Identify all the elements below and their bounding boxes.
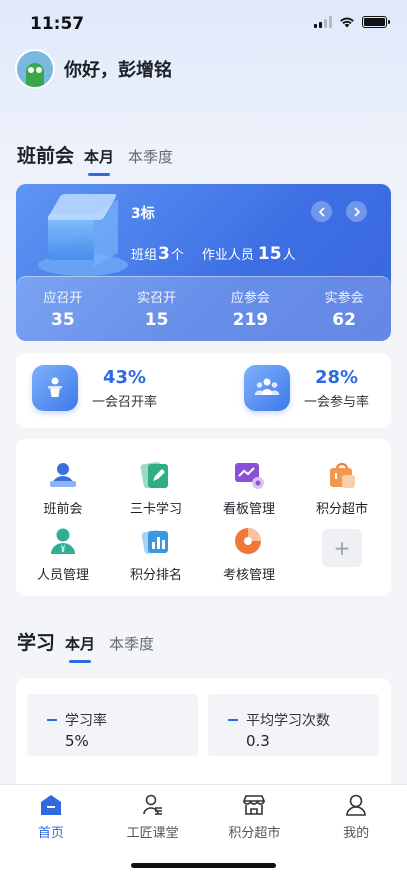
group-count: 3 xyxy=(158,244,170,264)
stat-value: 62 xyxy=(332,310,356,330)
meeting-rate-value: 43% xyxy=(102,366,147,388)
home-indicator xyxy=(131,863,276,868)
dashboard-icon xyxy=(233,459,265,491)
study-section-title: 学习 xyxy=(17,632,56,654)
grid-item-label: 积分超市 xyxy=(315,502,368,517)
meeting-section-header: 班前会 本月 本季度 xyxy=(17,141,173,176)
tab-home[interactable]: 首页 xyxy=(0,785,102,883)
grid-item-label: 积分排名 xyxy=(129,568,182,583)
tab-label: 我的 xyxy=(343,826,370,841)
chevron-right-icon xyxy=(354,207,360,216)
tab-mine[interactable]: 我的 xyxy=(305,785,407,883)
stat-label: 实参会 xyxy=(324,291,364,306)
greeting-row: 你好，彭增铭 xyxy=(15,49,172,89)
assessment-icon xyxy=(233,525,265,557)
workers-count: 15 xyxy=(257,244,282,264)
meeting-section-title: 班前会 xyxy=(17,145,75,167)
grid-item-points-mall[interactable]: 积分超市 xyxy=(297,459,387,517)
cellular-signal-icon xyxy=(314,16,332,28)
edit-card-icon xyxy=(140,459,172,491)
status-time: 11:57 xyxy=(30,14,85,34)
tab-study-quarter[interactable]: 本季度 xyxy=(109,633,154,654)
group-unit: 个 xyxy=(170,248,184,263)
avg-study-value: 0.3 xyxy=(246,732,270,750)
team-banner: 3标 班组 3 个 作业人员 15 人 应召开 35 实召开 15 应参会 21… xyxy=(16,184,391,341)
stat-value: 35 xyxy=(51,310,75,330)
workers-label: 作业人员 xyxy=(201,248,254,263)
podium-icon xyxy=(32,365,78,411)
stat-held-meetings: 实召开 15 xyxy=(110,277,204,341)
tab-study-month[interactable]: 本月 xyxy=(65,633,95,663)
bottom-tab-bar: 首页 工匠课堂 积分超市 我的 xyxy=(0,784,407,883)
grid-item-meeting[interactable]: 班前会 xyxy=(18,459,108,517)
avg-study-box: 平均学习次数 0.3 xyxy=(208,694,379,756)
stat-value: 15 xyxy=(144,310,169,330)
home-icon xyxy=(39,793,63,817)
meeting-stats: 应召开 35 实召开 15 应参会 219 实参会 62 xyxy=(16,276,391,341)
status-icons xyxy=(314,16,390,28)
stat-actual-attendees: 实参会 62 xyxy=(297,277,391,341)
stat-value: 219 xyxy=(232,310,269,330)
study-card: 学习率 5% 平均学习次数 0.3 xyxy=(16,678,391,798)
workers-unit: 人 xyxy=(282,248,296,263)
shopping-bag-icon xyxy=(326,459,358,491)
meeting-rate: 43% 一会召开率 xyxy=(32,365,157,411)
add-button[interactable]: + xyxy=(322,529,362,567)
participation-rate-value: 28% xyxy=(314,366,359,388)
ranking-chart-icon xyxy=(140,525,172,557)
tab-classroom[interactable]: 工匠课堂 xyxy=(102,785,204,883)
grid-item-three-card-study[interactable]: 三卡学习 xyxy=(111,459,201,517)
profile-icon xyxy=(344,793,368,817)
status-bar: 11:57 xyxy=(0,0,407,48)
meeting-rate-label: 一会召开率 xyxy=(92,394,158,410)
store-icon xyxy=(242,793,266,817)
grid-item-label: 看板管理 xyxy=(222,502,275,517)
wifi-icon xyxy=(340,17,354,28)
tab-meeting-month[interactable]: 本月 xyxy=(84,146,114,176)
grid-item-label: 人员管理 xyxy=(36,568,89,583)
previous-button[interactable] xyxy=(311,201,332,222)
grid-item-points-ranking[interactable]: 积分排名 xyxy=(111,525,201,583)
tab-meeting-quarter[interactable]: 本季度 xyxy=(128,146,173,167)
cube-illustration-icon xyxy=(38,192,128,280)
grid-item-label: 考核管理 xyxy=(222,568,275,583)
group-label: 班组 xyxy=(131,248,158,263)
grid-item-assessment[interactable]: 考核管理 xyxy=(204,525,294,583)
grid-item-personnel[interactable]: 人员管理 xyxy=(18,525,108,583)
participation-rate: 28% 一会参与率 xyxy=(244,365,369,411)
stat-expected-attendees: 应参会 219 xyxy=(204,277,298,341)
chevron-left-icon xyxy=(318,207,324,216)
classroom-icon xyxy=(141,793,165,817)
study-section-header: 学习 本月 本季度 xyxy=(17,628,154,663)
stat-label: 实召开 xyxy=(137,291,177,306)
stat-label: 应召开 xyxy=(43,291,83,306)
banner-navigation xyxy=(311,201,367,222)
avatar[interactable] xyxy=(15,49,55,89)
participation-rate-label: 一会参与率 xyxy=(304,394,370,410)
grid-item-label: 班前会 xyxy=(43,502,83,517)
greeting-text: 你好，彭增铭 xyxy=(64,60,172,81)
tab-label: 首页 xyxy=(37,826,64,841)
study-rate-label: 学习率 xyxy=(47,710,107,730)
study-rate-value: 5% xyxy=(65,732,89,750)
team-meta: 班组 3 个 作业人员 15 人 xyxy=(131,244,296,264)
stat-label: 应参会 xyxy=(230,291,270,306)
tab-points-mall[interactable]: 积分超市 xyxy=(204,785,306,883)
tab-label: 工匠课堂 xyxy=(126,826,179,841)
person-icon xyxy=(47,525,79,557)
grid-item-add[interactable]: + xyxy=(297,529,387,567)
meeting-person-icon xyxy=(47,459,79,491)
function-grid: 班前会 三卡学习 看板管理 积分超市 人员管理 积分排名 考核管理 + xyxy=(16,439,391,596)
battery-icon xyxy=(362,16,390,28)
stat-planned-meetings: 应召开 35 xyxy=(16,277,110,341)
tab-label: 积分超市 xyxy=(228,826,281,841)
grid-item-label: 三卡学习 xyxy=(129,502,182,517)
rates-card: 43% 一会召开率 28% 一会参与率 xyxy=(16,353,391,428)
avg-study-label: 平均学习次数 xyxy=(228,710,330,730)
grid-item-dashboard[interactable]: 看板管理 xyxy=(204,459,294,517)
next-button[interactable] xyxy=(346,201,367,222)
study-rate-box: 学习率 5% xyxy=(27,694,198,756)
team-icon xyxy=(244,365,290,411)
team-name: 3标 xyxy=(131,206,155,222)
